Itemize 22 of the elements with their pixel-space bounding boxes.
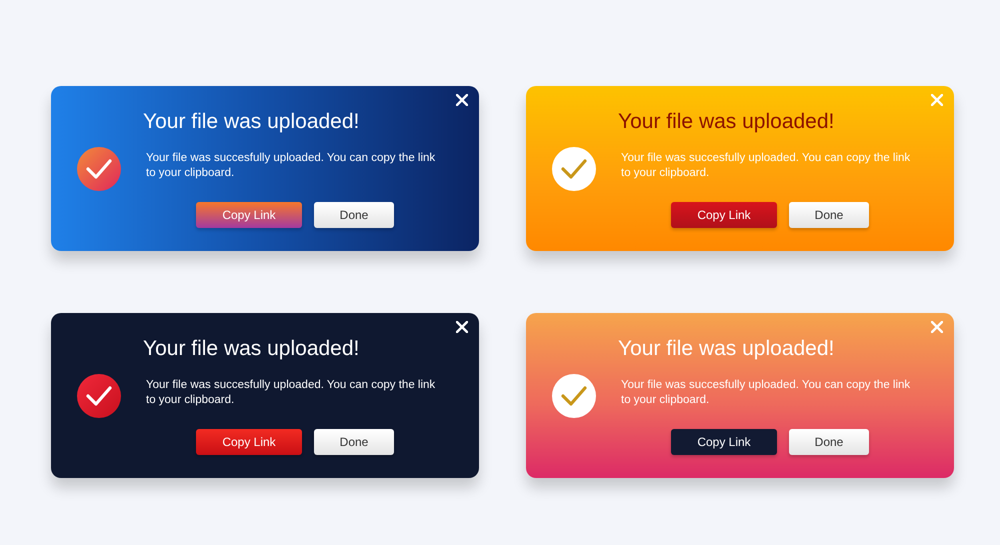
dialog-title: Your file was uploaded! [618,109,836,135]
dialog-message: Your file was succesfully uploaded. You can copy the link to your clipboard. [145,378,436,407]
copy-link-button[interactable]: Copy Link [671,202,777,228]
copy-link-button[interactable]: Copy Link [196,429,302,455]
check-icon [77,146,121,190]
dialog-message: Your file was succesfully uploaded. You can copy the link to your clipboard. [145,151,436,180]
done-button[interactable]: Done [789,202,869,228]
check-icon [552,374,596,418]
done-button[interactable]: Done [314,202,394,228]
done-button[interactable]: Done [314,429,394,455]
check-icon [77,374,121,418]
close-icon[interactable] [456,321,468,333]
dialog-title: Your file was uploaded! [618,336,836,362]
dialog-message: Your file was succesfully uploaded. You can copy the link to your clipboard. [620,378,912,407]
dialog-title: Your file was uploaded! [143,109,360,135]
close-icon[interactable] [456,94,468,106]
copy-link-button[interactable]: Copy Link [671,429,777,455]
dialog-message: Your file was succesfully uploaded. You can copy the link to your clipboard. [620,151,912,180]
copy-link-button[interactable]: Copy Link [196,202,302,228]
done-button[interactable]: Done [789,429,869,455]
check-icon [552,146,596,190]
dialog-title: Your file was uploaded! [143,336,360,362]
